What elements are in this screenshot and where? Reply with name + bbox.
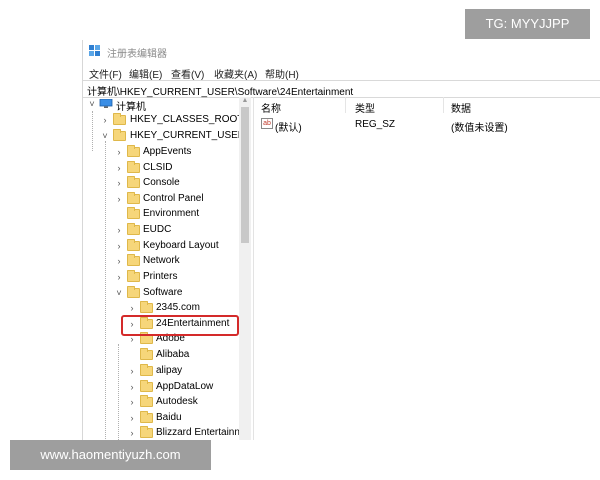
folder-icon (127, 176, 140, 188)
pane-splitter[interactable] (253, 97, 254, 440)
folder-icon (127, 286, 140, 298)
menu-bar: 文件(F) 编辑(E) 查看(V) 收藏夹(A) 帮助(H) (83, 64, 600, 81)
column-header-type[interactable]: 类型 (355, 100, 375, 115)
tree-label: Environment (143, 208, 200, 219)
tree-label: Keyboard Layout (143, 240, 219, 251)
chevron-right-icon[interactable]: › (127, 302, 137, 314)
folder-icon (113, 129, 126, 141)
tree-scrollbar[interactable]: ▲ (239, 97, 251, 440)
folder-icon (127, 223, 140, 235)
folder-icon (127, 161, 140, 173)
folder-icon (127, 254, 140, 266)
address-path[interactable]: 计算机\HKEY_CURRENT_USER\Software\24Enterta… (87, 83, 353, 98)
folder-icon (127, 239, 140, 251)
folder-icon (140, 348, 153, 360)
values-pane: 名称 类型 数据 ab (默认) REG_SZ (数值未设置) (255, 97, 600, 440)
chevron-right-icon[interactable]: › (114, 177, 124, 189)
tree-label: Software (143, 287, 183, 298)
folder-icon (127, 270, 140, 282)
title-bar: 注册表编辑器 (83, 40, 600, 62)
scroll-up-arrow-icon[interactable]: ▲ (241, 97, 249, 105)
tree-label: HKEY_CLASSES_ROOT (130, 114, 244, 125)
tree-label: Baidu (156, 412, 182, 423)
chevron-down-icon[interactable]: ˅ (114, 287, 124, 299)
chevron-right-icon[interactable]: › (127, 427, 137, 439)
tree-label: Console (143, 177, 180, 188)
tree-label: EUDC (143, 224, 172, 235)
registry-editor-icon (89, 45, 100, 56)
selection-highlight-box (121, 315, 239, 336)
chevron-right-icon[interactable]: › (127, 396, 137, 408)
tree-label: 计算机 (116, 102, 146, 113)
folder-icon (113, 113, 126, 125)
folder-icon (140, 301, 153, 313)
menu-favorites[interactable]: 收藏夹(A) (214, 66, 257, 81)
menu-edit[interactable]: 编辑(E) (129, 66, 162, 81)
value-name: (默认) (275, 123, 302, 134)
folder-icon (127, 192, 140, 204)
chevron-right-icon[interactable]: › (127, 365, 137, 377)
column-divider[interactable] (345, 97, 346, 113)
chevron-down-icon[interactable]: ˅ (100, 130, 110, 142)
chevron-right-icon[interactable]: › (127, 381, 137, 393)
chevron-right-icon[interactable]: › (100, 114, 110, 126)
column-header-data[interactable]: 数据 (451, 100, 471, 115)
tree-label: alipay (156, 365, 183, 376)
chevron-right-icon[interactable]: › (127, 412, 137, 424)
tree-label: HKEY_CURRENT_USER (130, 130, 246, 141)
scroll-thumb[interactable] (241, 107, 249, 243)
chevron-right-icon[interactable]: › (114, 224, 124, 236)
tree-label: Autodesk (156, 396, 198, 407)
tree-label: Alibaba (156, 349, 190, 360)
tree-label: AppEvents (143, 146, 192, 157)
chevron-right-icon[interactable]: › (114, 240, 124, 252)
column-divider[interactable] (443, 97, 444, 113)
tree-guide-line (92, 111, 93, 151)
chevron-right-icon[interactable]: › (114, 271, 124, 283)
chevron-right-icon[interactable]: › (114, 193, 124, 205)
menu-view[interactable]: 查看(V) (171, 66, 204, 81)
value-data: (数值未设置) (451, 123, 508, 134)
folder-icon (140, 395, 153, 407)
folder-icon (140, 411, 153, 423)
tree-label: AppDataLow (156, 381, 214, 392)
value-type: REG_SZ (355, 119, 396, 130)
tree-guide-line (105, 141, 106, 440)
registry-editor-window: 注册表编辑器 文件(F) 编辑(E) 查看(V) 收藏夹(A) 帮助(H) 计算… (82, 40, 600, 440)
folder-icon (140, 426, 153, 438)
tree-label: Control Panel (143, 193, 204, 204)
chevron-right-icon[interactable]: › (114, 162, 124, 174)
tree-label: Printers (143, 271, 178, 282)
chevron-right-icon[interactable]: › (114, 255, 124, 267)
menu-help[interactable]: 帮助(H) (265, 66, 299, 81)
url-watermark: www.haomentiyuzh.com (10, 440, 211, 470)
folder-icon (127, 207, 140, 219)
tree-label: 2345.com (156, 302, 200, 313)
tree-label: CLSID (143, 162, 173, 173)
folder-icon (140, 380, 153, 392)
tree-label: Blizzard Entertainn (156, 427, 240, 438)
tree-label: Network (143, 255, 180, 266)
value-row[interactable]: ab (默认) REG_SZ (数值未设置) (255, 117, 600, 134)
menu-file[interactable]: 文件(F) (89, 66, 122, 81)
string-value-icon: ab (261, 118, 273, 129)
key-tree: ˅ 计算机 › HKEY_CLASSES_ROOT ˅ HKEY_CURRENT… (83, 97, 253, 440)
chevron-right-icon[interactable]: › (114, 146, 124, 158)
computer-icon (99, 99, 113, 108)
tg-watermark: TG: MYYJJPP (465, 9, 590, 39)
window-title: 注册表编辑器 (107, 49, 167, 60)
address-bar[interactable]: 计算机\HKEY_CURRENT_USER\Software\24Enterta… (83, 80, 600, 98)
folder-icon (127, 145, 140, 157)
column-header-name[interactable]: 名称 (261, 100, 281, 115)
chevron-down-icon[interactable]: ˅ (87, 98, 97, 110)
folder-icon (140, 364, 153, 376)
tree-guide-line (118, 344, 119, 440)
